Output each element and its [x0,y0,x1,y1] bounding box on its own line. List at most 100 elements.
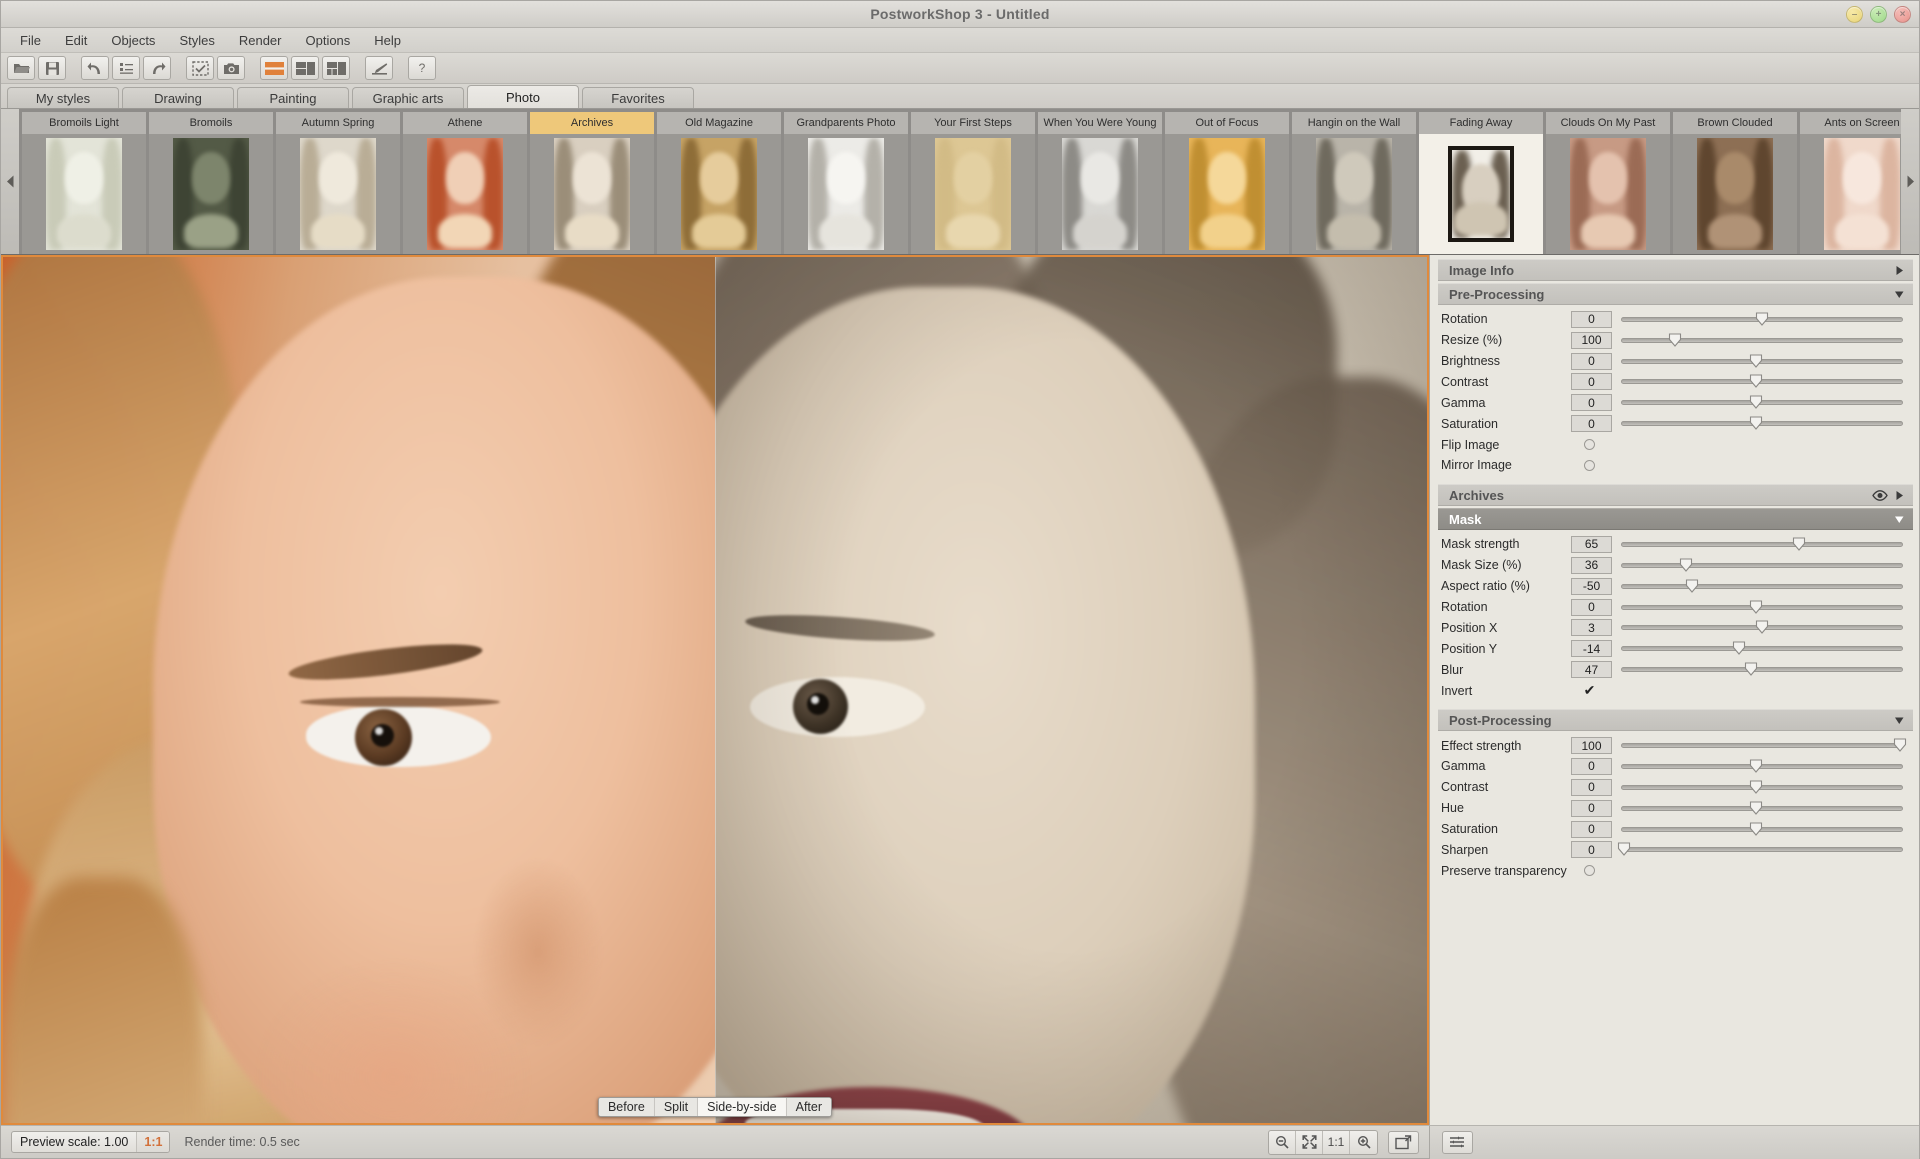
style-thumbnail[interactable]: Archives [530,112,654,254]
control-slider[interactable] [1621,599,1903,616]
brush-button[interactable] [365,56,393,80]
control-slider[interactable] [1621,332,1903,349]
slider-knob[interactable] [1750,759,1763,773]
preview-scale-indicator[interactable]: Preview scale: 1.00 1:1 [11,1131,171,1153]
view-mode-before[interactable]: Before [598,1098,655,1116]
control-value-input[interactable]: 0 [1571,778,1612,796]
view-mode-side-by-side[interactable]: Side-by-side [698,1098,787,1116]
layout-grid-button[interactable] [322,56,350,80]
control-slider[interactable] [1621,536,1903,553]
redo-button[interactable] [143,56,171,80]
section-toggle[interactable] [1894,265,1905,276]
zoom-in-button[interactable] [1350,1131,1377,1154]
style-thumbnail[interactable]: Hangin on the Wall [1292,112,1416,254]
control-value-input[interactable]: 0 [1571,352,1612,370]
zoom-out-button[interactable] [1269,1130,1296,1154]
panel-settings-button[interactable] [1442,1130,1473,1154]
control-radio[interactable] [1584,865,1595,877]
slider-knob[interactable] [1744,662,1757,677]
preview-scale-ratio[interactable]: 1:1 [136,1132,170,1152]
section-toggle[interactable] [1894,289,1905,300]
section-header-image-info[interactable]: Image Info [1438,259,1913,281]
tab-graphic-arts[interactable]: Graphic arts [352,87,464,108]
control-slider[interactable] [1621,619,1903,636]
style-thumbnail[interactable]: Ants on Screen [1800,112,1901,254]
save-button[interactable] [38,56,66,80]
control-checkbox[interactable]: ✔ [1583,682,1596,698]
control-value-input[interactable]: 65 [1571,535,1612,553]
slider-knob[interactable] [1685,579,1698,593]
style-thumbnail[interactable]: Old Magazine [657,112,781,254]
camera-button[interactable] [217,56,245,80]
expand-window-button[interactable] [1388,1130,1419,1154]
control-value-input[interactable]: 100 [1571,737,1612,754]
slider-knob[interactable] [1750,353,1763,368]
control-value-input[interactable]: 0 [1571,598,1612,616]
slider-knob[interactable] [1894,738,1907,752]
control-slider[interactable] [1621,661,1903,678]
control-value-input[interactable]: -14 [1571,640,1612,658]
slider-knob[interactable] [1679,558,1692,572]
style-thumbnail[interactable]: When You Were Young [1038,112,1162,254]
control-value-input[interactable]: 0 [1571,394,1612,412]
control-value-input[interactable]: 0 [1571,757,1612,775]
menu-objects[interactable]: Objects [100,30,166,51]
slider-knob[interactable] [1755,620,1769,635]
fit-to-window-button[interactable] [1296,1130,1323,1154]
split-divider[interactable] [715,257,716,1123]
open-button[interactable] [7,56,35,80]
section-header-pre-processing[interactable]: Pre-Processing [1438,283,1913,305]
style-thumbnail[interactable]: Bromoils Light [22,112,146,254]
slider-knob[interactable] [1733,641,1746,656]
menu-file[interactable]: File [9,30,52,51]
close-button[interactable]: × [1894,6,1911,23]
menu-options[interactable]: Options [294,30,361,51]
control-slider[interactable] [1621,415,1903,432]
undo-button[interactable] [81,56,109,80]
control-value-input[interactable]: -50 [1571,577,1612,595]
control-slider[interactable] [1621,758,1903,775]
control-slider[interactable] [1621,779,1903,796]
control-radio[interactable] [1584,439,1595,451]
slider-knob[interactable] [1617,842,1630,857]
menu-help[interactable]: Help [363,30,412,51]
menu-edit[interactable]: Edit [54,30,98,51]
control-value-input[interactable]: 0 [1571,415,1612,433]
control-slider[interactable] [1621,821,1903,838]
control-value-input[interactable]: 0 [1571,799,1612,817]
panel-resize-handle[interactable] [1430,676,1432,704]
object-list-button[interactable] [112,56,140,80]
tab-drawing[interactable]: Drawing [122,87,234,108]
section-header-archives-style[interactable]: Archives [1438,484,1913,507]
minimize-button[interactable]: – [1846,6,1863,23]
slider-knob[interactable] [1750,801,1763,815]
section-header-post-processing[interactable]: Post-Processing [1438,709,1913,732]
slider-knob[interactable] [1755,312,1769,326]
slider-knob[interactable] [1668,333,1681,347]
control-slider[interactable] [1621,737,1907,754]
control-value-input[interactable]: 0 [1571,820,1612,838]
slider-knob[interactable] [1750,416,1763,431]
slider-knob[interactable] [1750,780,1763,794]
section-toggle[interactable] [1872,489,1905,501]
slider-knob[interactable] [1792,537,1805,551]
style-thumbnail[interactable]: Brown Clouded [1673,112,1797,254]
control-radio[interactable] [1584,459,1595,471]
control-slider[interactable] [1621,394,1903,411]
zoom-100-button[interactable]: 1:1 [1323,1130,1350,1154]
preview-canvas[interactable]: Before Split Side-by-side After [1,255,1429,1125]
menu-styles[interactable]: Styles [168,30,225,51]
tab-my-styles[interactable]: My styles [7,87,119,108]
maximize-button[interactable]: + [1870,6,1887,23]
scroll-right-button[interactable] [1901,109,1919,254]
control-slider[interactable] [1621,578,1903,595]
control-slider[interactable] [1621,353,1903,370]
style-thumbnail[interactable]: Athene [403,112,527,254]
control-slider[interactable] [1617,841,1903,858]
menu-render[interactable]: Render [228,30,293,51]
control-value-input[interactable]: 0 [1571,373,1612,391]
style-thumbnail[interactable]: Your First Steps [911,112,1035,254]
slider-knob[interactable] [1750,374,1763,389]
tab-painting[interactable]: Painting [237,87,349,108]
section-toggle[interactable] [1894,514,1905,525]
